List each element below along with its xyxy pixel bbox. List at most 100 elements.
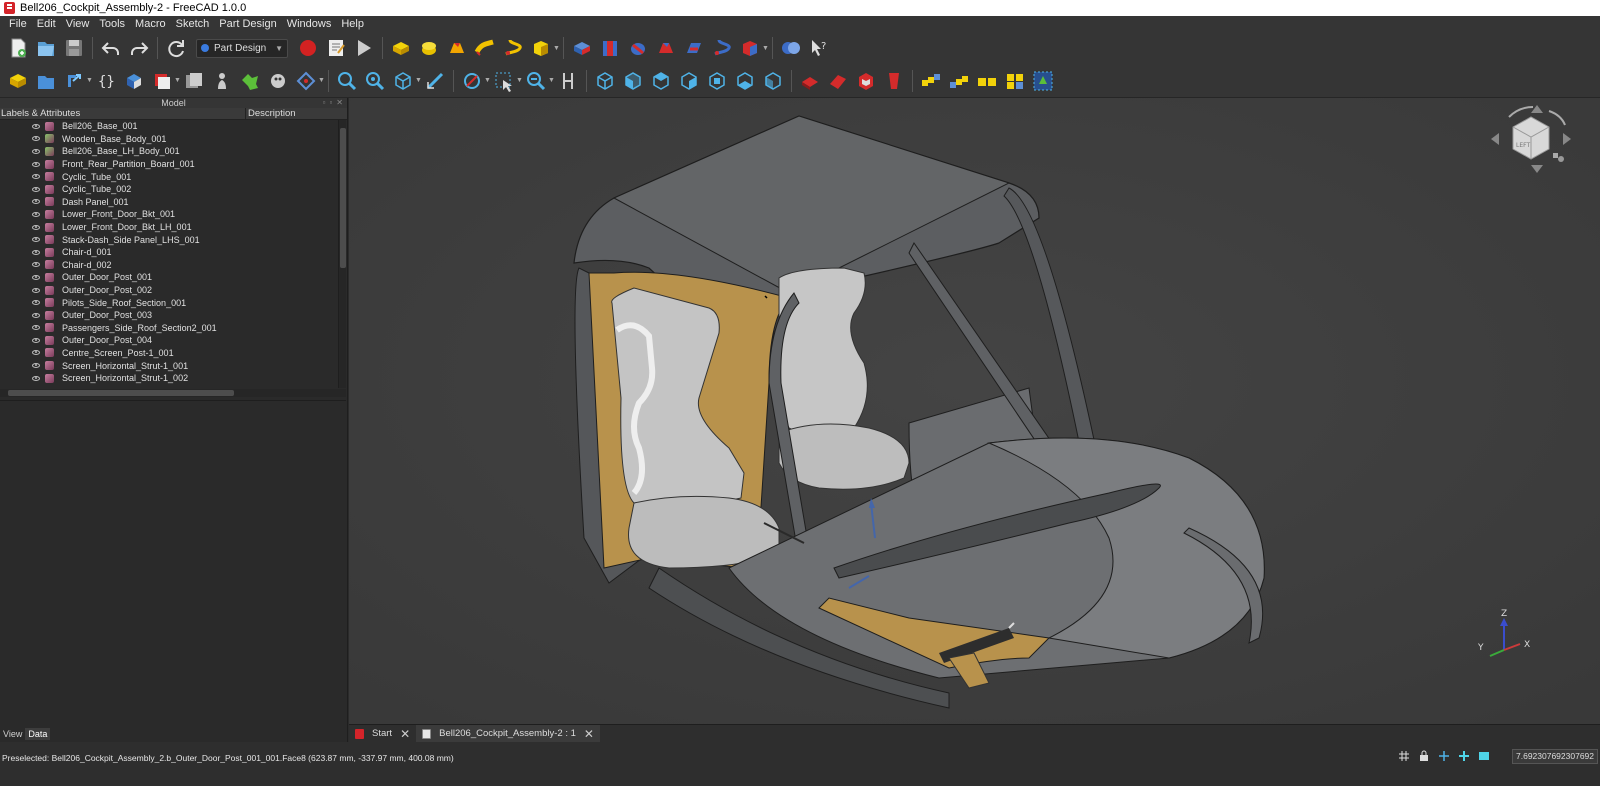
visibility-eye-icon[interactable] <box>32 363 40 369</box>
close-icon[interactable]: ✕ <box>400 727 410 741</box>
visibility-eye-icon[interactable] <box>32 136 40 142</box>
float-panel-icon[interactable]: ▫ <box>323 98 326 107</box>
tree-item[interactable]: Pilots_Side_Roof_Section_001 <box>0 296 338 309</box>
tree-item[interactable]: Outer_Door_Post_001 <box>0 271 338 284</box>
pawn-icon[interactable] <box>210 69 234 93</box>
tree-item[interactable]: Outer_Door_Post_004 <box>0 334 338 347</box>
chevron-down-icon[interactable]: ▼ <box>174 69 181 93</box>
visibility-eye-icon[interactable] <box>32 123 40 129</box>
chevron-down-icon[interactable]: ▼ <box>415 69 422 93</box>
tab-view[interactable]: View <box>0 728 25 740</box>
additive-helix-icon[interactable] <box>501 36 525 60</box>
polar-pattern-icon[interactable] <box>947 69 971 93</box>
chevron-down-icon[interactable]: ▼ <box>86 69 93 93</box>
save-document-button[interactable] <box>62 36 86 60</box>
close-icon[interactable]: ✕ <box>336 98 343 107</box>
multitransform-icon[interactable] <box>1003 69 1027 93</box>
visibility-eye-icon[interactable] <box>32 199 40 205</box>
grid-icon[interactable] <box>1397 749 1411 763</box>
visibility-eye-icon[interactable] <box>32 300 40 306</box>
menu-sketch[interactable]: Sketch <box>171 18 215 30</box>
tree-item[interactable]: Dash Panel_001 <box>0 196 338 209</box>
additive-primitive-icon[interactable] <box>529 36 553 60</box>
visibility-eye-icon[interactable] <box>32 287 40 293</box>
chevron-down-icon[interactable]: ▼ <box>484 69 491 93</box>
redo-button[interactable] <box>127 36 151 60</box>
pocket-icon[interactable] <box>570 36 594 60</box>
scrollbar-thumb[interactable] <box>8 390 234 396</box>
visibility-eye-icon[interactable] <box>32 237 40 243</box>
visibility-eye-icon[interactable] <box>32 161 40 167</box>
view-top-icon[interactable] <box>649 69 673 93</box>
tab-start[interactable]: Start ✕ <box>349 725 416 743</box>
tree-item[interactable]: Bell206_Base_LH_Body_001 <box>0 145 338 158</box>
additive-pipe-icon[interactable] <box>473 36 497 60</box>
chevron-down-icon[interactable]: ▼ <box>762 36 769 60</box>
view-left-icon[interactable] <box>761 69 785 93</box>
menu-edit[interactable]: Edit <box>32 18 61 30</box>
fit-all-icon[interactable] <box>335 69 359 93</box>
tree-horizontal-scrollbar[interactable] <box>0 389 346 397</box>
datum-plane-icon[interactable] <box>294 69 318 93</box>
undo-button[interactable] <box>99 36 123 60</box>
tree-item[interactable]: Bell206_Base_001 <box>0 120 338 133</box>
tree-item[interactable]: Screen_Horizontal_Strut-1_002 <box>0 372 338 385</box>
tree-item[interactable]: Passengers_Side_Roof_Section2_001 <box>0 322 338 335</box>
zoom-level-field[interactable]: 7.692307692307692 <box>1512 749 1598 764</box>
visibility-eye-icon[interactable] <box>32 249 40 255</box>
sub-shape-binder-icon[interactable] <box>150 69 174 93</box>
view-isometric-icon[interactable] <box>593 69 617 93</box>
tree-item[interactable]: Lower_Front_Door_Bkt_001 <box>0 208 338 221</box>
create-body-icon[interactable] <box>6 69 30 93</box>
tree-vertical-scrollbar[interactable] <box>338 120 346 388</box>
clone-icon[interactable] <box>182 69 206 93</box>
view-front-icon[interactable] <box>621 69 645 93</box>
3d-viewport[interactable]: LEFT Z Y X <box>349 98 1600 724</box>
select-box-icon[interactable] <box>1031 69 1055 93</box>
menu-part-design[interactable]: Part Design <box>214 18 281 30</box>
part-thickness-icon[interactable] <box>854 69 878 93</box>
part-draft-icon[interactable] <box>882 69 906 93</box>
hole-icon[interactable] <box>598 36 622 60</box>
menu-file[interactable]: File <box>4 18 32 30</box>
part-chamfer-icon[interactable] <box>826 69 850 93</box>
visibility-eye-icon[interactable] <box>32 350 40 356</box>
chevron-down-icon[interactable]: ▼ <box>553 36 560 60</box>
tree-item[interactable]: Screen_Horizontal_Strut-1_001 <box>0 359 338 372</box>
tree-item[interactable]: Cyclic_Tube_001 <box>0 170 338 183</box>
visibility-eye-icon[interactable] <box>32 325 40 331</box>
chevron-down-icon[interactable]: ▼ <box>318 69 325 93</box>
visibility-eye-icon[interactable] <box>32 337 40 343</box>
tree-item[interactable]: Chair-d_002 <box>0 259 338 272</box>
snap-icon[interactable] <box>1437 749 1451 763</box>
visibility-eye-icon[interactable] <box>32 186 40 192</box>
validate-sketch-icon[interactable] <box>266 69 290 93</box>
create-part-icon[interactable] <box>34 69 58 93</box>
groove-icon[interactable] <box>626 36 650 60</box>
view-bottom-icon[interactable] <box>733 69 757 93</box>
subtractive-pipe-icon[interactable] <box>682 36 706 60</box>
menu-macro[interactable]: Macro <box>130 18 171 30</box>
view-right-icon[interactable] <box>677 69 701 93</box>
macro-editor-button[interactable] <box>324 36 348 60</box>
tree-item[interactable]: Cyclic_Tube_002 <box>0 183 338 196</box>
open-document-button[interactable] <box>34 36 58 60</box>
lock-icon[interactable] <box>1417 749 1431 763</box>
draw-style-icon[interactable] <box>460 69 484 93</box>
menu-help[interactable]: Help <box>336 18 369 30</box>
isometric-view-icon[interactable] <box>391 69 415 93</box>
whats-this-icon[interactable]: ? <box>807 36 831 60</box>
refresh-icon[interactable] <box>164 36 188 60</box>
restore-panel-icon[interactable]: ▫ <box>329 98 332 107</box>
tab-data[interactable]: Data <box>25 728 51 740</box>
tree-item[interactable]: Centre_Screen_Post-1_001 <box>0 347 338 360</box>
scrollbar-thumb[interactable] <box>340 128 346 268</box>
view-rear-icon[interactable] <box>705 69 729 93</box>
visibility-eye-icon[interactable] <box>32 375 40 381</box>
tree-item[interactable]: Outer_Door_Post_003 <box>0 309 338 322</box>
new-document-button[interactable] <box>6 36 30 60</box>
selection-filter-icon[interactable] <box>492 69 516 93</box>
visibility-eye-icon[interactable] <box>32 174 40 180</box>
close-icon[interactable]: ✕ <box>584 727 594 741</box>
tree-item[interactable]: Wooden_Base_Body_001 <box>0 133 338 146</box>
